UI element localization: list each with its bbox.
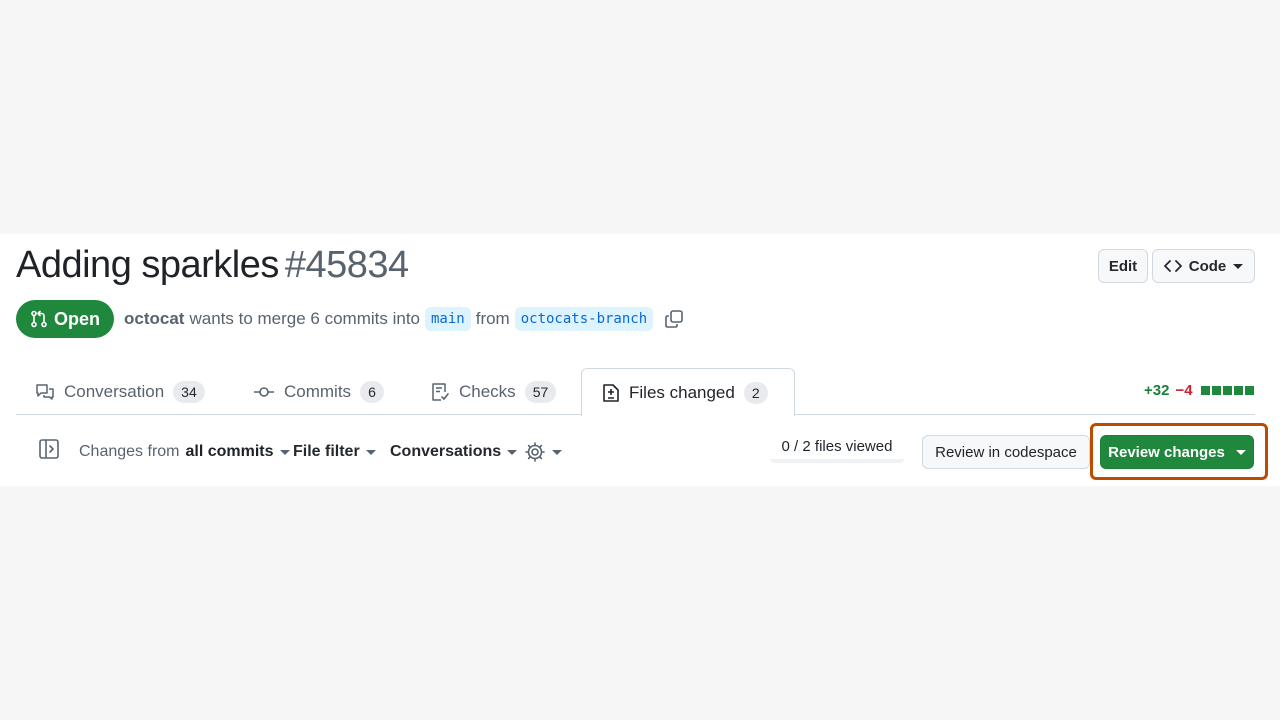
tab-counter: 6 bbox=[360, 380, 384, 403]
sidebar-expand-icon bbox=[39, 439, 59, 459]
changes-prefix: Changes from bbox=[79, 443, 180, 460]
status-label: Open bbox=[53, 308, 100, 329]
tab-checks[interactable]: Checks 57 bbox=[430, 368, 557, 415]
code-button[interactable]: Code bbox=[1152, 249, 1255, 283]
head-branch[interactable]: octocats-branch bbox=[514, 307, 654, 331]
tab-files-changed[interactable]: Files changed 2 bbox=[581, 368, 795, 416]
from-text: from bbox=[475, 309, 510, 328]
pr-meta: octocat wants to merge 6 commits into ma… bbox=[124, 306, 684, 332]
tab-label: Commits bbox=[284, 381, 352, 401]
conversations-dropdown[interactable]: Conversations bbox=[390, 440, 518, 464]
tab-label: Conversation bbox=[64, 381, 165, 401]
files-viewed-progress: 0 / 2 files viewed bbox=[770, 435, 904, 463]
chevron-down-icon bbox=[552, 449, 562, 455]
file-filter-label: File filter bbox=[293, 443, 360, 460]
chevron-down-icon bbox=[507, 449, 518, 455]
status-badge: Open bbox=[16, 300, 114, 338]
chevron-down-icon bbox=[1235, 449, 1246, 455]
additions-count: +32 bbox=[1144, 382, 1170, 399]
code-button-label: Code bbox=[1188, 257, 1227, 275]
copy-icon[interactable] bbox=[664, 309, 684, 329]
tab-counter: 34 bbox=[173, 380, 205, 403]
toggle-file-tree-button[interactable] bbox=[38, 437, 60, 461]
changes-value: all commits bbox=[185, 443, 274, 460]
tab-label: Files changed bbox=[629, 382, 735, 402]
edit-button[interactable]: Edit bbox=[1098, 249, 1148, 283]
file-filter-dropdown[interactable]: File filter bbox=[293, 440, 376, 464]
checklist-icon bbox=[432, 382, 449, 401]
git-pull-request-icon bbox=[31, 310, 47, 328]
changes-from-dropdown[interactable]: Changes from all commits bbox=[79, 440, 290, 464]
chevron-down-icon bbox=[1233, 263, 1244, 269]
merge-text: wants to merge 6 commits into bbox=[189, 309, 420, 328]
comment-discussion-icon bbox=[36, 383, 54, 400]
pr-header-panel: Adding sparkles #45834 Edit Code Open oct… bbox=[0, 234, 1280, 486]
review-in-codespace-button[interactable]: Review in codespace bbox=[922, 435, 1090, 469]
author-link[interactable]: octocat bbox=[124, 309, 184, 329]
pr-number: #45834 bbox=[284, 244, 409, 286]
tab-commits[interactable]: Commits 6 bbox=[253, 368, 384, 415]
diff-settings-dropdown[interactable] bbox=[524, 440, 562, 464]
review-changes-label: Review changes bbox=[1108, 443, 1225, 461]
file-diff-icon bbox=[603, 383, 619, 402]
tab-label: Checks bbox=[459, 381, 516, 401]
chevron-down-icon bbox=[365, 449, 376, 455]
tab-conversation[interactable]: Conversation 34 bbox=[35, 368, 205, 415]
git-commit-icon bbox=[254, 386, 274, 397]
page-title: Adding sparkles #45834 bbox=[16, 244, 409, 287]
diffstat: +32 −4 bbox=[1144, 382, 1254, 399]
code-icon bbox=[1163, 260, 1182, 272]
conversations-label: Conversations bbox=[390, 443, 502, 460]
review-changes-button[interactable]: Review changes bbox=[1100, 435, 1254, 469]
gear-icon bbox=[525, 442, 545, 462]
deletions-count: −4 bbox=[1175, 382, 1193, 399]
diffstat-blocks bbox=[1200, 386, 1254, 395]
chevron-down-icon bbox=[279, 449, 290, 455]
tab-counter: 2 bbox=[743, 381, 768, 404]
tab-counter: 57 bbox=[524, 380, 557, 403]
base-branch[interactable]: main bbox=[425, 307, 471, 331]
pr-title: Adding sparkles bbox=[16, 244, 279, 286]
